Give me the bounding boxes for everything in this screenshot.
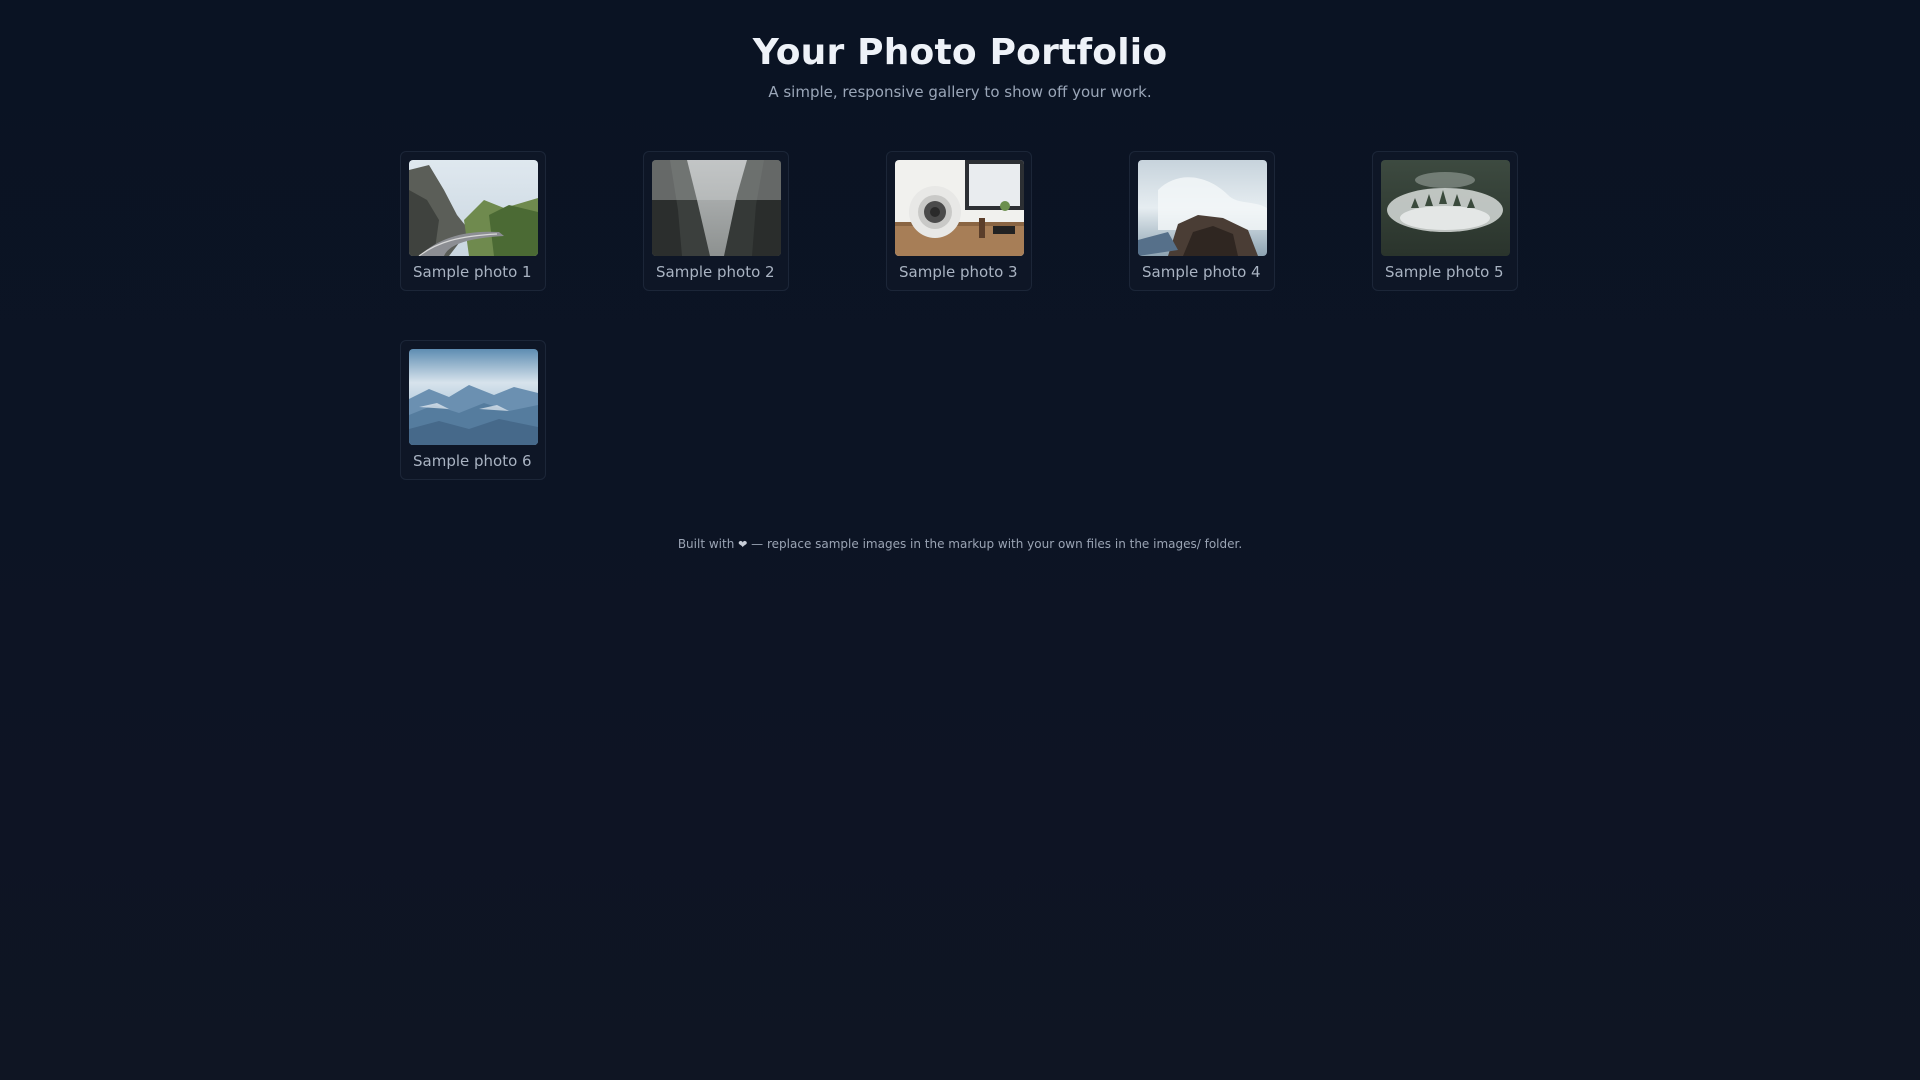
- photo-gallery: Sample photo 1 Sample photo 2 Sample pho…: [400, 151, 1522, 480]
- photo-caption: Sample photo 6: [413, 452, 532, 470]
- desk-speaker-photo[interactable]: [895, 160, 1024, 256]
- aerial-mountains-photo[interactable]: [409, 349, 538, 445]
- ocean-wave-rock-photo[interactable]: [1138, 160, 1267, 256]
- heart-icon: ❤: [738, 538, 748, 551]
- gallery-card-5[interactable]: Sample photo 5: [1372, 151, 1518, 291]
- footer-text: — replace sample images in the markup wi…: [751, 537, 1243, 551]
- page-title: Your Photo Portfolio: [752, 32, 1168, 73]
- page-header: Your Photo Portfolio A simple, responsiv…: [0, 28, 1920, 102]
- photo-caption: Sample photo 5: [1385, 263, 1504, 281]
- gallery-card-3[interactable]: Sample photo 3: [886, 151, 1032, 291]
- photo-caption: Sample photo 1: [413, 263, 532, 281]
- gallery-card-6[interactable]: Sample photo 6: [400, 340, 546, 480]
- gallery-card-4[interactable]: Sample photo 4: [1129, 151, 1275, 291]
- foggy-canyon-photo[interactable]: [652, 160, 781, 256]
- mountain-road-photo[interactable]: [409, 160, 538, 256]
- photo-caption: Sample photo 2: [656, 263, 775, 281]
- page-subtitle: A simple, responsive gallery to show off…: [768, 83, 1152, 101]
- footer-prefix: Built with: [677, 537, 735, 551]
- misty-forest-photo[interactable]: [1381, 160, 1510, 256]
- gallery-card-2[interactable]: Sample photo 2: [643, 151, 789, 291]
- gallery-card-1[interactable]: Sample photo 1: [400, 151, 546, 291]
- photo-caption: Sample photo 4: [1142, 263, 1261, 281]
- photo-caption: Sample photo 3: [899, 263, 1018, 281]
- page-footer: Built with ❤ — replace sample images in …: [0, 536, 1920, 553]
